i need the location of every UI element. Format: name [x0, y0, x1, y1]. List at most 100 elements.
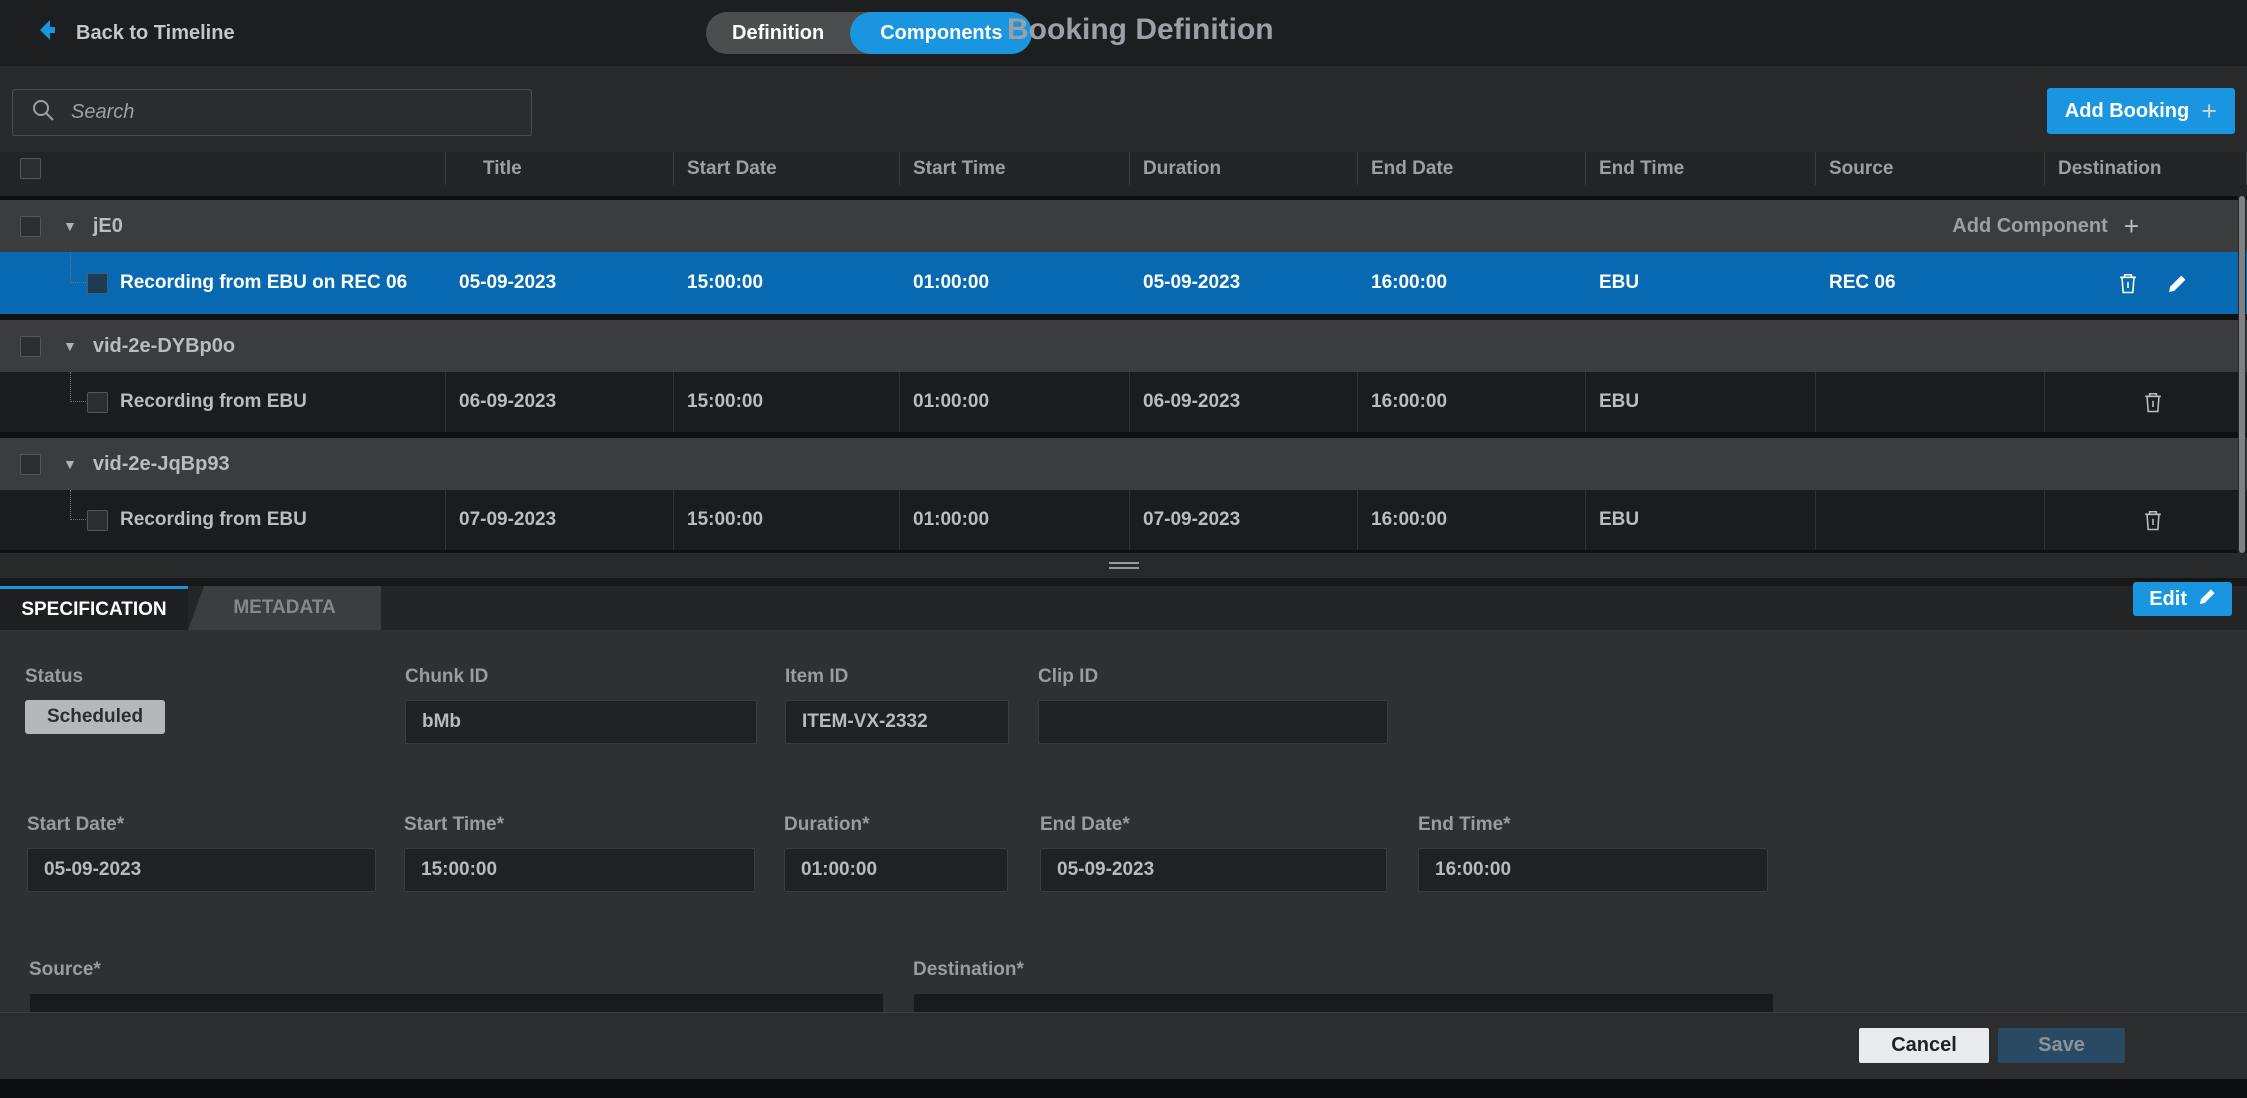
- cell-source: EBU: [1586, 252, 1816, 314]
- search-box[interactable]: [12, 89, 532, 136]
- chevron-down-icon[interactable]: ▼: [63, 456, 77, 472]
- group-title: vid-2e-DYBp0o: [93, 335, 235, 358]
- save-button[interactable]: Save: [1998, 1028, 2125, 1063]
- clip-id-input[interactable]: [1038, 700, 1388, 744]
- column-header-label: End Time: [1599, 158, 1684, 180]
- source-input[interactable]: [29, 993, 884, 1012]
- destination-input[interactable]: [913, 993, 1774, 1012]
- trash-icon[interactable]: [2117, 271, 2139, 295]
- cell-start-date: 07-09-2023: [446, 490, 674, 550]
- field-start-date: Start Date*: [27, 814, 376, 892]
- search-input[interactable]: [71, 101, 491, 124]
- back-to-timeline-button[interactable]: Back to Timeline: [38, 19, 235, 47]
- field-end-time: End Time*: [1418, 814, 1768, 892]
- cell-end-date: 07-09-2023: [1130, 490, 1358, 550]
- cell-destination: REC 06: [1816, 252, 2045, 314]
- cell-duration: 01:00:00: [900, 372, 1130, 432]
- start-date-label: Start Date*: [27, 814, 376, 836]
- field-chunk-id: Chunk ID: [405, 666, 757, 744]
- group-checkbox[interactable]: [20, 454, 41, 475]
- end-date-input[interactable]: [1040, 848, 1387, 892]
- toggle-definition[interactable]: Definition: [706, 22, 850, 45]
- component-checkbox[interactable]: [87, 510, 108, 531]
- booking-definition-app: Back to Timeline Definition Components B…: [0, 0, 2247, 1098]
- component-checkbox[interactable]: [87, 392, 108, 413]
- duration-input[interactable]: [784, 848, 1008, 892]
- chevron-down-icon[interactable]: ▼: [63, 338, 77, 354]
- start-time-input[interactable]: [404, 848, 755, 892]
- end-time-label: End Time*: [1418, 814, 1768, 836]
- add-component-button[interactable]: Add Component+: [1952, 211, 2139, 242]
- column-header-title: Title: [446, 152, 674, 185]
- component-row[interactable]: Recording from EBU06-09-202315:00:0001:0…: [0, 372, 2247, 432]
- tab-specification[interactable]: SPECIFICATION: [0, 586, 188, 630]
- column-header-label: Start Date: [687, 158, 777, 180]
- end-time-input[interactable]: [1418, 848, 1768, 892]
- group-row-je0[interactable]: ▼ jE0 Add Component+: [0, 200, 2247, 252]
- group-row-vid-2e-dybp0o[interactable]: ▼ vid-2e-DYBp0o: [0, 320, 2247, 372]
- field-status: Status Scheduled: [25, 666, 165, 734]
- column-header-label: Source: [1829, 158, 1893, 180]
- cell-start-date: 06-09-2023: [446, 372, 674, 432]
- tab-metadata[interactable]: METADATA: [188, 586, 381, 630]
- start-time-label: Start Time*: [404, 814, 755, 836]
- resize-handle-icon[interactable]: [1109, 562, 1139, 569]
- cell-start-date: 05-09-2023: [446, 252, 674, 314]
- item-id-label: Item ID: [785, 666, 1009, 688]
- plus-icon: +: [2201, 96, 2217, 127]
- cell-source: EBU: [1586, 372, 1816, 432]
- trash-icon[interactable]: [2142, 508, 2164, 532]
- bookings-table: TitleStart DateStart TimeDurationEnd Dat…: [0, 152, 2247, 553]
- vertical-scrollbar[interactable]: [2238, 196, 2246, 553]
- component-actions-cell: [2045, 252, 2247, 314]
- cell-end-date: 06-09-2023: [1130, 372, 1358, 432]
- table-body: ▼ jE0 Add Component+ Recording from EBU on …: [0, 196, 2247, 550]
- component-title: Recording from EBU on REC 06: [120, 272, 407, 294]
- column-header-label: Title: [483, 158, 522, 180]
- specification-panel: SPECIFICATION METADATA Edit Status Sched…: [0, 578, 2247, 1012]
- scrollbar-thumb[interactable]: [2239, 196, 2245, 553]
- status-label: Status: [25, 666, 165, 688]
- trash-icon[interactable]: [2142, 390, 2164, 414]
- chunk-id-input[interactable]: [405, 700, 757, 744]
- component-checkbox[interactable]: [87, 273, 108, 294]
- footer-bar: Cancel Save: [0, 1012, 2247, 1079]
- pencil-icon: [2199, 588, 2216, 611]
- item-id-input[interactable]: [785, 700, 1009, 744]
- component-title-cell: Recording from EBU: [0, 372, 446, 432]
- add-booking-button[interactable]: Add Booking +: [2047, 88, 2235, 134]
- cell-end-time: 16:00:00: [1358, 490, 1586, 550]
- group-title: jE0: [93, 215, 123, 238]
- cell-start-time: 15:00:00: [674, 252, 900, 314]
- cell-duration: 01:00:00: [900, 252, 1130, 314]
- column-header-destination: Destination: [2045, 152, 2247, 185]
- select-all-checkbox[interactable]: [20, 158, 41, 179]
- add-component-label: Add Component: [1952, 215, 2108, 238]
- group-checkbox[interactable]: [20, 336, 41, 357]
- status-badge: Scheduled: [25, 700, 165, 734]
- group-row-vid-2e-jqbp93[interactable]: ▼ vid-2e-JqBp93: [0, 438, 2247, 490]
- pencil-icon[interactable]: [2167, 271, 2189, 295]
- field-clip-id: Clip ID: [1038, 666, 1388, 744]
- back-to-timeline-label: Back to Timeline: [76, 22, 235, 45]
- cancel-button[interactable]: Cancel: [1859, 1028, 1989, 1063]
- edit-button[interactable]: Edit: [2133, 582, 2232, 616]
- toggle-components[interactable]: Components: [850, 12, 1032, 54]
- chevron-down-icon[interactable]: ▼: [63, 218, 77, 234]
- cell-start-time: 15:00:00: [674, 490, 900, 550]
- cell-end-time: 16:00:00: [1358, 372, 1586, 432]
- component-row[interactable]: Recording from EBU on REC 06 05-09-202315…: [0, 252, 2247, 314]
- cell-start-time: 15:00:00: [674, 372, 900, 432]
- component-row[interactable]: Recording from EBU07-09-202315:00:0001:0…: [0, 490, 2247, 550]
- top-bar: Back to Timeline Definition Components B…: [0, 0, 2247, 66]
- component-actions-cell: [2045, 372, 2247, 432]
- cell-end-time: 16:00:00: [1358, 252, 1586, 314]
- tree-connector: [70, 490, 86, 520]
- group-title: vid-2e-JqBp93: [93, 453, 230, 476]
- cell-destination: [1816, 490, 2045, 550]
- tree-connector: [70, 252, 86, 283]
- start-date-input[interactable]: [27, 848, 376, 892]
- group-checkbox[interactable]: [20, 216, 41, 237]
- column-header-end-time: End Time: [1586, 152, 1816, 185]
- cell-source: EBU: [1586, 490, 1816, 550]
